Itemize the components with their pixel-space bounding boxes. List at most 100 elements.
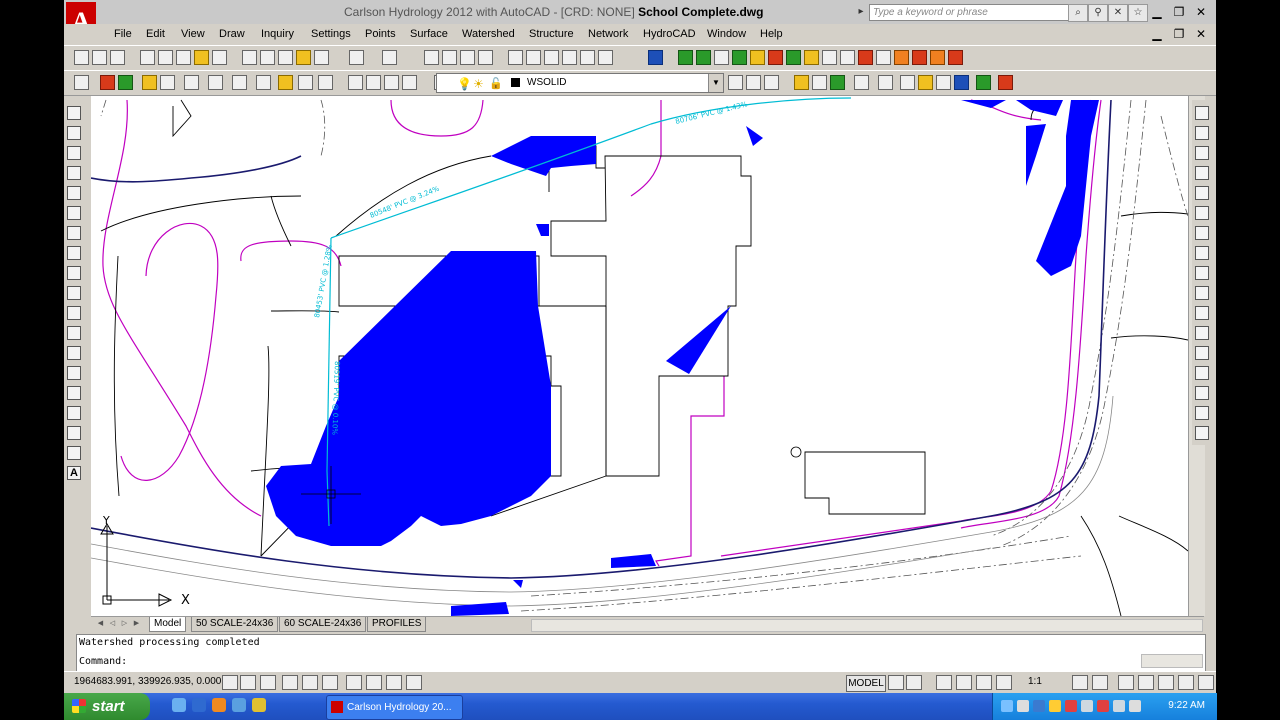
menu-points[interactable]: Points [365,28,396,40]
next-tab-icon[interactable]: ▷ [119,618,130,630]
revision-cloud-icon[interactable] [67,246,81,260]
menu-draw[interactable]: Draw [219,28,245,40]
close-button[interactable]: ✕ [1190,3,1212,21]
polyline-icon[interactable] [67,146,81,160]
erase-icon[interactable] [1195,106,1209,120]
layer-tool-6-icon[interactable] [830,75,845,90]
communication-center-icon[interactable]: ✕ [1108,4,1128,22]
help-icon[interactable] [648,50,663,65]
layer-dropdown[interactable]: 💡 ☀ 🔓 WSOLID ▼ [436,73,724,93]
model-space-button[interactable]: MODEL [846,675,886,692]
break-icon[interactable] [1195,346,1209,360]
carlson-tool-2-icon[interactable] [696,50,711,65]
carlson-tool-13-icon[interactable] [894,50,909,65]
spline-icon[interactable] [67,266,81,280]
layer-tool-11-icon[interactable] [936,75,951,90]
quicklaunch-ie-icon[interactable] [172,698,186,712]
join-icon[interactable] [1195,366,1209,380]
hydrology-tool-9-icon[interactable] [278,75,293,90]
zoom-previous-icon[interactable] [478,50,493,65]
carlson-tool-10-icon[interactable] [840,50,855,65]
layer-tool-7-icon[interactable] [854,75,869,90]
chamfer-icon[interactable] [1195,386,1209,400]
clean-screen-icon[interactable] [1198,675,1214,690]
quicklaunch-app-icon[interactable] [232,698,246,712]
search-expand-icon[interactable]: ▸ [852,4,870,20]
hydrology-tool-15-icon[interactable] [402,75,417,90]
trim-icon[interactable] [1195,286,1209,300]
dwf-icon[interactable] [212,50,227,65]
quicklaunch-browser-icon[interactable] [192,698,206,712]
tray-arrow-icon[interactable] [1001,700,1013,712]
publish-icon[interactable] [176,50,191,65]
command-scrollbar[interactable] [1141,654,1203,668]
redo-icon[interactable] [382,50,397,65]
command-window[interactable]: Watershed processing completed Command: [76,634,1206,672]
hydrology-tool-13-icon[interactable] [366,75,381,90]
hydrology-tool-4-icon[interactable] [160,75,175,90]
minimize-button[interactable]: ▁ [1146,3,1168,21]
construction-line-icon[interactable] [67,126,81,140]
tray-bluetooth-icon[interactable] [1033,700,1045,712]
plot-icon[interactable] [140,50,155,65]
hydrology-tool-14-icon[interactable] [384,75,399,90]
new-icon[interactable] [74,50,89,65]
layer-tool-14-icon[interactable] [998,75,1013,90]
carlson-tool-12-icon[interactable] [876,50,891,65]
layer-lock-icon[interactable]: 🔓 [489,75,503,93]
hatch-icon[interactable] [67,386,81,400]
menu-structure[interactable]: Structure [529,28,574,40]
quick-view-drawings-icon[interactable] [906,675,922,690]
object-snap-icon[interactable] [322,675,338,690]
taskbar-item-carlson[interactable]: Carlson Hydrology 20... [326,695,463,720]
menu-view[interactable]: View [181,28,205,40]
properties-icon[interactable] [508,50,523,65]
horizontal-scrollbar[interactable] [531,619,1203,632]
insert-block-icon[interactable] [67,326,81,340]
carlson-tool-16-icon[interactable] [948,50,963,65]
match-properties-icon[interactable] [296,50,311,65]
markup-icon[interactable] [580,50,595,65]
open-icon[interactable] [92,50,107,65]
fillet-icon[interactable] [1195,406,1209,420]
copy-object-icon[interactable] [1195,126,1209,140]
tray-volume-icon[interactable] [1129,700,1141,712]
hydrology-tool-11-icon[interactable] [318,75,333,90]
layer-tool-9-icon[interactable] [900,75,915,90]
carlson-tool-8-icon[interactable] [804,50,819,65]
multiline-text-icon[interactable]: A [67,466,81,480]
layer-tool-13-icon[interactable] [976,75,991,90]
sheet-set-icon[interactable] [562,50,577,65]
layer-tool-5-icon[interactable] [812,75,827,90]
polygon-icon[interactable] [67,166,81,180]
snap-icon[interactable] [260,675,276,690]
menu-surface[interactable]: Surface [410,28,448,40]
lineweight-icon[interactable] [406,675,422,690]
carlson-tool-15-icon[interactable] [930,50,945,65]
dynamic-ucs-icon[interactable] [366,675,382,690]
tab-60-scale[interactable]: 60 SCALE-24x36 [279,617,367,632]
layer-tool-12-icon[interactable] [954,75,969,90]
extend-icon[interactable] [1195,306,1209,320]
ellipse-arc-icon[interactable] [67,306,81,320]
pan-status-icon[interactable] [936,675,952,690]
mirror-icon[interactable] [1195,146,1209,160]
tab-profiles[interactable]: PROFILES [367,617,427,632]
circle-icon[interactable] [67,226,81,240]
auto-scale-icon[interactable] [1092,675,1108,690]
tray-app-3-icon[interactable] [1113,700,1125,712]
doc-restore-button[interactable]: ❐ [1168,25,1190,43]
command-prompt[interactable]: Command: [79,656,127,667]
infer-constraints-icon[interactable] [222,675,238,690]
carlson-tool-3-icon[interactable] [714,50,729,65]
carlson-tool-11-icon[interactable] [858,50,873,65]
rotate-icon[interactable] [1195,226,1209,240]
line-icon[interactable] [67,106,81,120]
menu-file[interactable]: File [114,28,132,40]
zoom-status-icon[interactable] [956,675,972,690]
menu-watershed[interactable]: Watershed [462,28,515,40]
carlson-tool-4-icon[interactable] [732,50,747,65]
restore-button[interactable]: ❐ [1168,3,1190,21]
layer-manager-icon[interactable] [74,75,89,90]
hydrology-tool-7-icon[interactable] [232,75,247,90]
